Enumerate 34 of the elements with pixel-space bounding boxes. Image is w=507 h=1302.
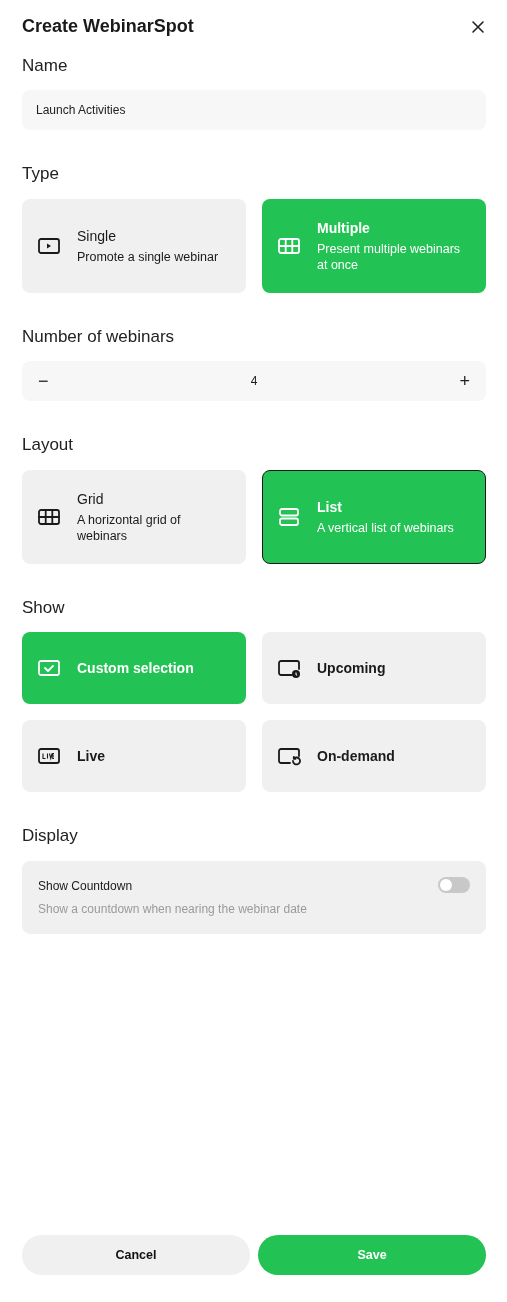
section-label: Layout [22,434,75,457]
toggle-switch[interactable] [438,876,470,893]
close-icon [470,18,486,35]
option-title: List [317,497,343,517]
section-label: Show [22,596,66,619]
cancel-button[interactable]: Cancel [22,1235,250,1275]
option-title: Single [77,226,117,246]
close-button[interactable] [470,18,486,35]
option-description: Present multiple webinars at once [317,241,462,274]
option-card[interactable]: Upcoming [262,632,486,705]
option-title: On-demand [317,746,395,766]
section-label: Type [22,163,60,186]
option-title: Live [77,746,105,766]
option-card[interactable]: Single Promote a single webinar [22,198,246,293]
decrement-button[interactable]: − [34,372,53,391]
option-title: Grid [77,489,105,509]
section-label: Number of webinars [22,325,176,348]
option-card[interactable]: Live [22,720,246,793]
section-label: Display [22,825,79,848]
name-field[interactable]: Launch Activities [22,90,486,131]
option-title: Custom selection [77,658,194,678]
setting-title: Show Countdown [38,877,134,895]
option-card[interactable]: Grid A horizontal grid of webinars [22,469,246,564]
option-description: A vertical list of webinars [317,520,454,537]
option-title: Multiple [317,218,371,238]
stepper-value: 4 [250,373,258,391]
increment-button[interactable]: + [455,372,474,391]
section-label: Name [22,54,69,77]
dialog-title: Create WebinarSpot [22,16,194,38]
option-title: Upcoming [317,658,386,678]
option-card[interactable]: On-demand [262,720,486,793]
option-description: Promote a single webinar [77,249,219,266]
setting-description: Show a countdown when nearing the webinar date [38,900,307,918]
option-description: A horizontal grid of webinars [77,512,182,545]
